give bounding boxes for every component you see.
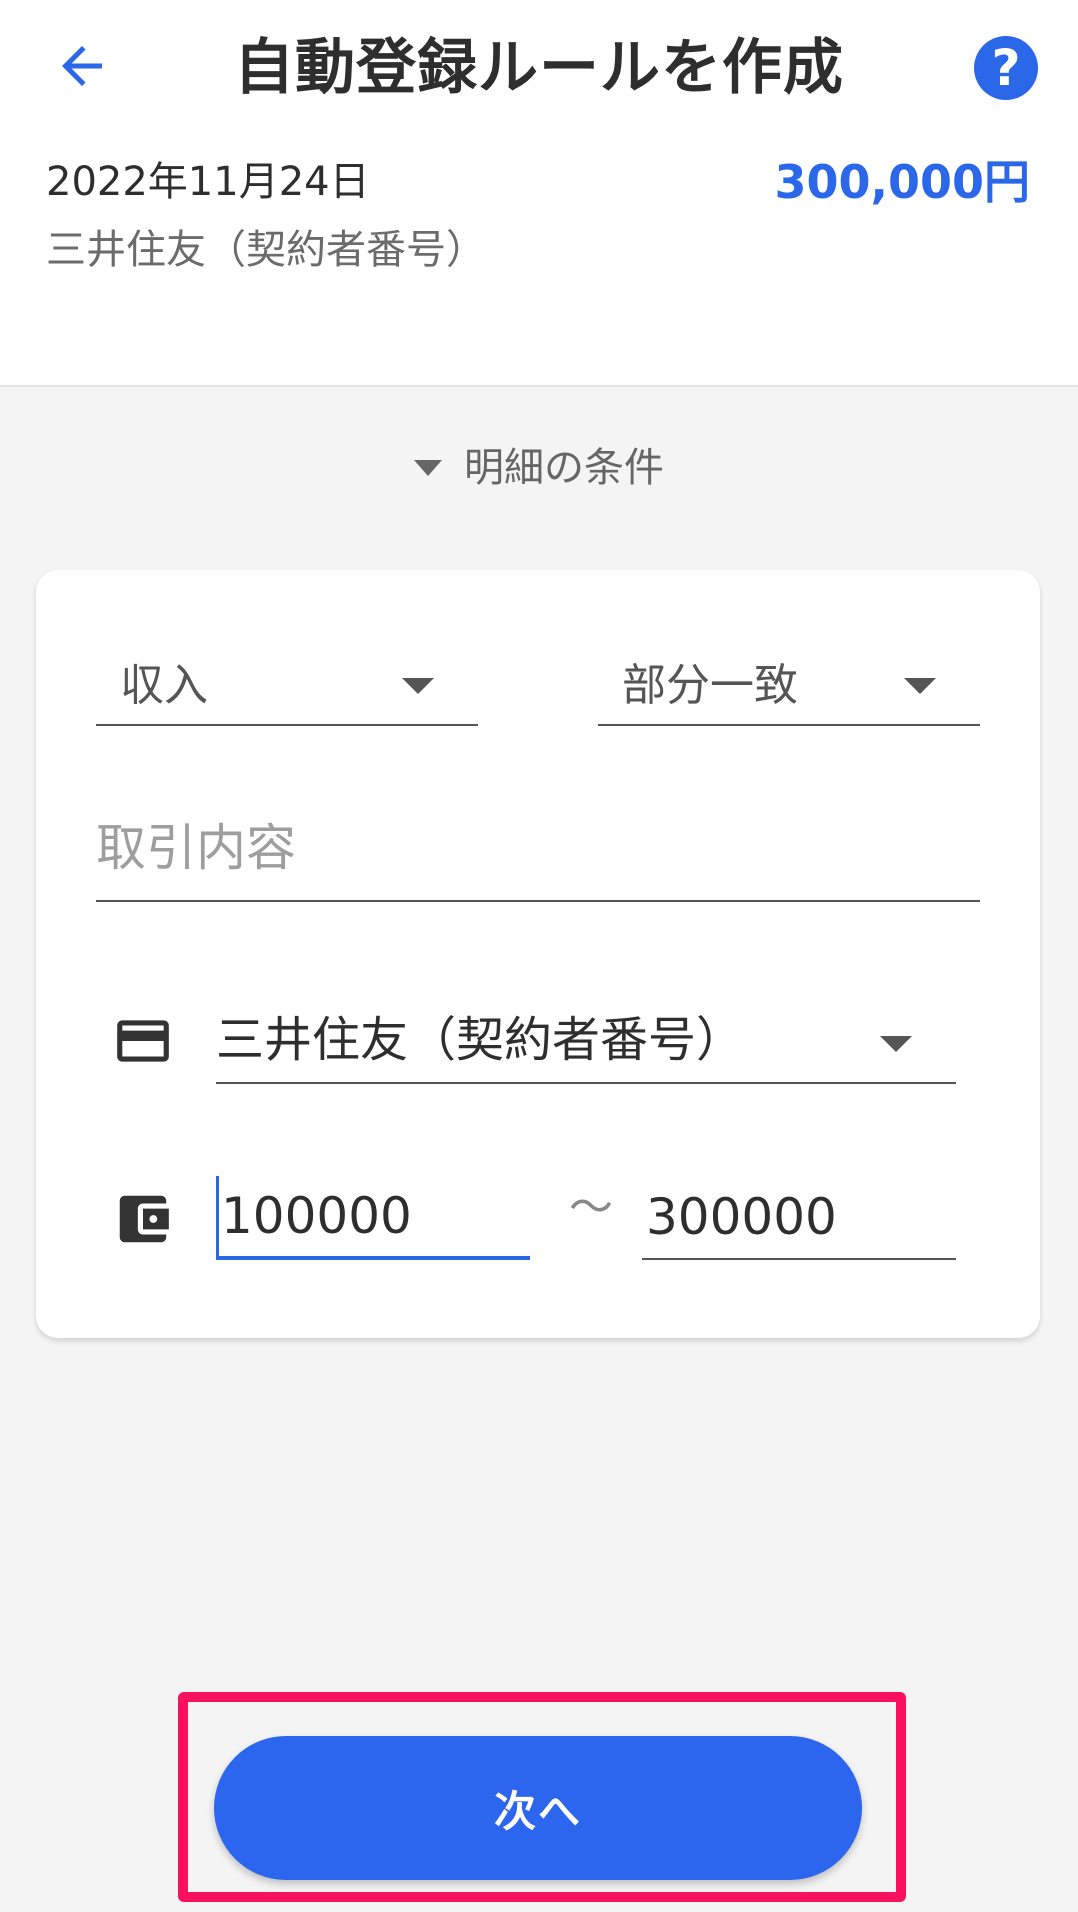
conditions-card: 収入 部分一致 三井住友（契約者番号） 〜 [36,570,1040,1338]
conditions-section-label: 明細の条件 [464,445,664,491]
next-button-label: 次へ [493,1786,582,1836]
question-mark-icon: ? [991,39,1021,97]
header: 自動登録ルールを作成 ? 2022年11月24日 三井住友（契約者番号） 300… [0,0,1078,387]
caret-down-icon [904,678,936,694]
next-button[interactable]: 次へ [214,1736,862,1880]
transaction-content-input[interactable] [96,796,980,902]
type-select-value: 収入 [120,660,208,711]
conditions-section-toggle[interactable]: 明細の条件 [0,440,1078,496]
account-select-value: 三井住友（契約者番号） [216,1012,745,1068]
caret-down-icon [880,1036,912,1052]
match-select-value: 部分一致 [622,660,798,711]
amount-max-input[interactable] [642,1176,956,1260]
range-separator: 〜 [569,1182,613,1233]
page-title: 自動登録ルールを作成 [234,33,844,103]
arrow-left-icon [62,46,102,86]
amount-min-input[interactable] [216,1176,530,1260]
transaction-account: 三井住友（契約者番号） [46,227,486,273]
triangle-down-icon [414,460,442,476]
caret-down-icon [402,678,434,694]
credit-card-icon [117,1020,169,1062]
back-button[interactable] [44,28,120,104]
account-select[interactable]: 三井住友（契約者番号） [216,998,956,1084]
type-select[interactable]: 収入 [96,640,478,726]
help-button[interactable]: ? [974,36,1038,100]
wallet-icon [119,1195,169,1243]
transaction-amount: 300,000円 [774,155,1030,209]
transaction-date: 2022年11月24日 [46,159,370,205]
match-select[interactable]: 部分一致 [598,640,980,726]
